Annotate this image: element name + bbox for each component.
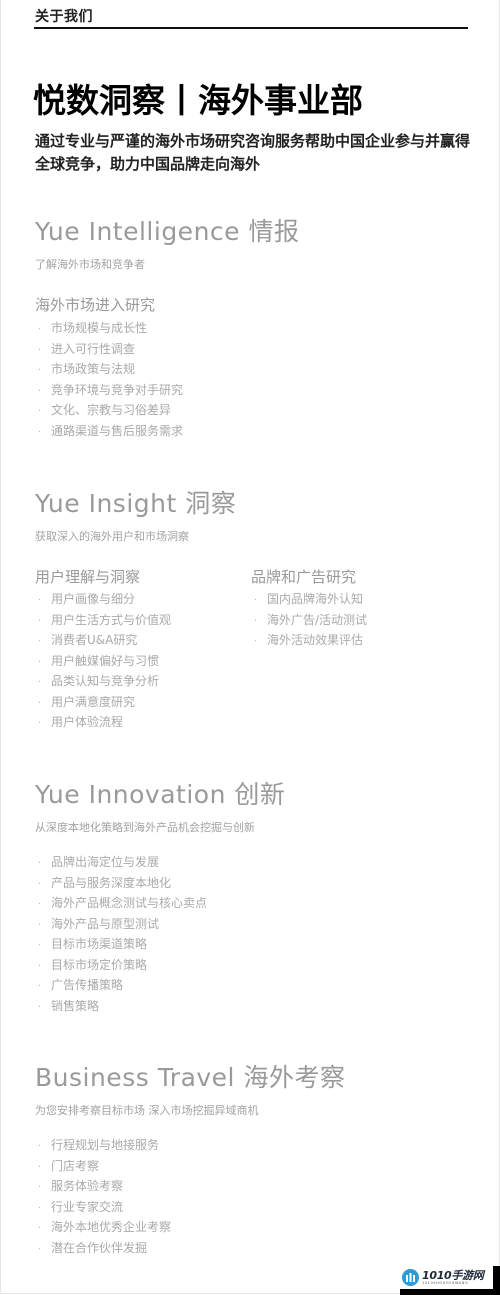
list-item: · 服务体验考察 bbox=[35, 1176, 171, 1197]
section-title: Business Travel 海外考察 bbox=[35, 1063, 346, 1092]
bullet-icon: · bbox=[38, 960, 42, 972]
bullet-icon: · bbox=[38, 1243, 42, 1255]
list-item: · 竞争环境与竞争对手研究 bbox=[35, 380, 183, 401]
bullet-icon: · bbox=[38, 858, 42, 869]
section-title: Yue Insight 洞察 bbox=[35, 489, 237, 518]
bullet-icon: · bbox=[38, 919, 42, 931]
bullet-icon: · bbox=[38, 940, 42, 951]
section-subtitle: 获取深入的海外用户和市场洞察 bbox=[35, 530, 189, 543]
list-item: · 文化、宗教与习俗差异 bbox=[35, 400, 183, 421]
bullet-icon: · bbox=[38, 385, 42, 397]
list-item: · 国内品牌海外认知 bbox=[251, 589, 367, 610]
bullet-icon: · bbox=[254, 636, 258, 647]
list-item: · 海外本地优秀企业考察 bbox=[35, 1217, 171, 1238]
bullet-icon: · bbox=[38, 981, 42, 992]
list-item: · 用户触媒偏好与习惯 bbox=[35, 651, 171, 672]
intro-paragraph: 通过专业与严谨的海外市场研究咨询服务帮助中国企业参与并赢得全球竞争，助力中国品牌… bbox=[35, 132, 471, 173]
watermark-subtext: 1010SHOUYOUWANG bbox=[422, 1280, 469, 1285]
list-item: · 用户生活方式与价值观 bbox=[35, 610, 171, 631]
bullet-icon: · bbox=[38, 615, 42, 627]
watermark-brand: 1010手游网 bbox=[422, 1268, 484, 1282]
bullet-icon: · bbox=[38, 1161, 42, 1173]
bullet-icon: · bbox=[38, 1001, 42, 1013]
list-item: · 用户体验流程 bbox=[35, 712, 171, 733]
list-item: · 品牌出海定位与发展 bbox=[35, 852, 207, 873]
bullet-icon: · bbox=[38, 595, 42, 606]
watermark: 1010手游网 1010SHOUYOUWANG bbox=[400, 1266, 500, 1295]
list-item: · 海外产品与原型测试 bbox=[35, 914, 207, 935]
list-item: · 品类认知与竞争分析 bbox=[35, 671, 171, 692]
bullet-icon: · bbox=[38, 636, 42, 647]
section-subtitle: 了解海外市场和竞争者 bbox=[35, 258, 145, 271]
bullet-icon: · bbox=[38, 1223, 42, 1234]
list-item: · 销售策略 bbox=[35, 996, 207, 1017]
list-item: · 目标市场渠道策略 bbox=[35, 934, 207, 955]
list-item: · 海外产品概念测试与核心卖点 bbox=[35, 893, 207, 914]
group-title: 海外市场进入研究 bbox=[35, 296, 156, 314]
header-label: 关于我们 bbox=[35, 9, 93, 25]
group-title: 用户理解与洞察 bbox=[35, 568, 141, 586]
list-item: · 市场规模与成长性 bbox=[35, 318, 183, 339]
bullet-icon: · bbox=[38, 677, 42, 688]
bullet-icon: · bbox=[38, 1182, 42, 1193]
section-subtitle: 为您安排考察目标市场 深入市场挖掘异域商机 bbox=[35, 1104, 259, 1117]
list-item: · 用户满意度研究 bbox=[35, 692, 171, 713]
about-us-page: 关于我们 悦数洞察丨海外事业部 通过专业与严谨的海外市场研究咨询服务帮助中国企业… bbox=[0, 0, 500, 1294]
list-item: · 广告传播策略 bbox=[35, 975, 207, 996]
page-title: 悦数洞察丨海外事业部 bbox=[33, 81, 363, 120]
bullet-icon: · bbox=[254, 615, 258, 627]
list-item: · 消费者U&A研究 bbox=[35, 630, 171, 651]
list-item: · 行程规划与地接服务 bbox=[35, 1135, 171, 1156]
watermark-badge: 1010手游网 1010SHOUYOUWANG bbox=[400, 1266, 493, 1289]
bullet-icon: · bbox=[38, 899, 42, 910]
bullet-icon: · bbox=[38, 406, 42, 417]
list-item: · 通路渠道与售后服务需求 bbox=[35, 421, 183, 442]
bullet-icon: · bbox=[38, 878, 42, 890]
bullet-icon: · bbox=[38, 324, 42, 335]
list-item: · 行业专家交流 bbox=[35, 1197, 171, 1218]
header-divider bbox=[34, 27, 468, 29]
bullet-icon: · bbox=[254, 595, 258, 606]
section-subtitle: 从深度本地化策略到海外产品机会挖掘与创新 bbox=[35, 821, 255, 834]
bullet-list: · 行程规划与地接服务 · 门店考察 · 服务体验考察 · 行业专家交流 · 海外本地优秀… bbox=[35, 1135, 171, 1258]
section-title: Yue Innovation 创新 bbox=[35, 780, 286, 809]
list-item: · 进入可行性调查 bbox=[35, 339, 183, 360]
bullet-list: · 用户画像与细分 · 用户生活方式与价值观 · 消费者U&A研究 · 用户触媒偏好与习… bbox=[35, 589, 171, 733]
list-item: · 海外活动效果评估 bbox=[251, 630, 367, 651]
list-item: · 海外广告/活动测试 bbox=[251, 610, 367, 631]
bullet-icon: · bbox=[38, 1202, 42, 1214]
bullet-list: · 国内品牌海外认知 · 海外广告/活动测试 · 海外活动效果评估 bbox=[251, 589, 367, 651]
section-title: Yue Intelligence 情报 bbox=[35, 217, 300, 246]
bullet-icon: · bbox=[38, 426, 42, 438]
bullet-icon: · bbox=[38, 365, 42, 376]
bullet-icon: · bbox=[38, 344, 42, 356]
bullet-icon: · bbox=[38, 697, 42, 709]
bullet-icon: · bbox=[38, 1141, 42, 1152]
list-item: · 用户画像与细分 bbox=[35, 589, 171, 610]
bullet-icon: · bbox=[38, 718, 42, 729]
list-item: · 目标市场定价策略 bbox=[35, 955, 207, 976]
group-title: 品牌和广告研究 bbox=[251, 568, 357, 586]
bullet-list: · 市场规模与成长性 · 进入可行性调查 · 市场政策与法规 · 竞争环境与竞争对手研究… bbox=[35, 318, 183, 441]
list-item: · 门店考察 bbox=[35, 1156, 171, 1177]
list-item: · 产品与服务深度本地化 bbox=[35, 873, 207, 894]
list-item: · 市场政策与法规 bbox=[35, 359, 183, 380]
game-logo-icon bbox=[402, 1269, 419, 1286]
bullet-list: · 品牌出海定位与发展 · 产品与服务深度本地化 · 海外产品概念测试与核心卖点 · 海… bbox=[35, 852, 207, 1016]
list-item: · 潜在合作伙伴发掘 bbox=[35, 1238, 171, 1259]
bullet-icon: · bbox=[38, 656, 42, 668]
